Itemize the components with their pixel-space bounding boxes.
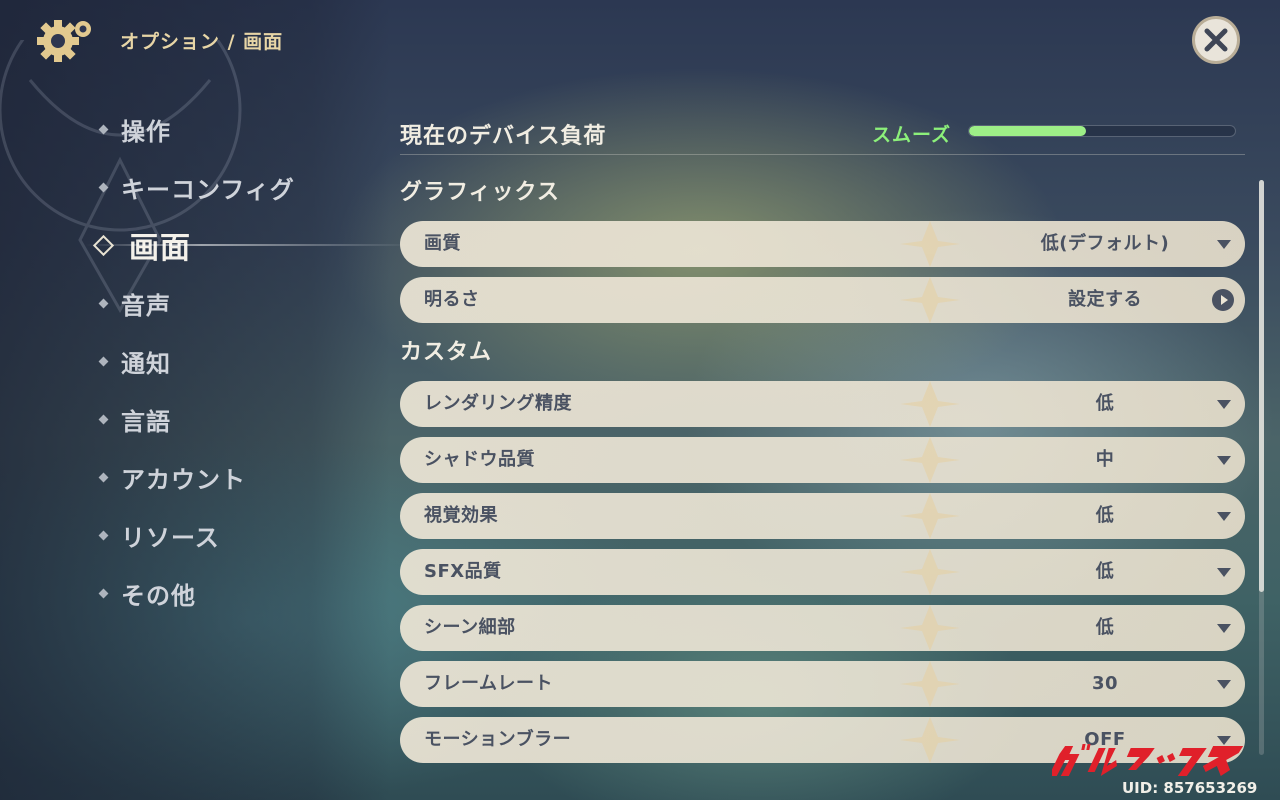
diamond-bullet-icon [98,472,109,482]
sidebar-item-label: 通知 [121,349,171,378]
settings-panel: 現在のデバイス負荷 スムーズ グラフィックス 画質 低(デフォルト) 明るさ 設… [400,110,1245,773]
dropdown-arrow-icon [1217,568,1231,577]
setting-label: 視覚効果 [424,505,498,526]
setting-row-visual-effects[interactable]: 視覚効果 低 [400,493,1245,539]
setting-label: シャドウ品質 [424,449,535,470]
setting-value: 低 [1095,505,1115,526]
device-load-fill [969,126,1087,136]
sidebar-item-language[interactable]: 言語 [96,390,396,448]
setting-label: 明るさ [424,289,480,310]
sidebar-item-label: その他 [121,581,196,610]
setting-label: モーションブラー [424,729,572,750]
setting-label: シーン細部 [424,617,516,638]
setting-row-brightness[interactable]: 明るさ 設定する [400,277,1245,323]
device-load-status: スムーズ [872,124,952,146]
device-load-bar [968,125,1236,137]
sidebar-item-resources[interactable]: リソース [96,506,396,564]
setting-value: 30 [1091,673,1119,694]
setting-value: 低(デフォルト) [1040,233,1170,254]
sidebar-item-controls[interactable]: 操作 [96,100,396,158]
setting-value: 低 [1095,561,1115,582]
close-button[interactable] [1192,16,1240,64]
sidebar-item-notifications[interactable]: 通知 [96,332,396,390]
diamond-bullet-icon [98,356,109,366]
setting-row-shadow-quality[interactable]: シャドウ品質 中 [400,437,1245,483]
dropdown-arrow-icon [1217,680,1231,689]
breadcrumb: オプション / 画面 [120,31,284,53]
gear-icon [37,20,91,62]
sidebar-item-label: リソース [121,523,220,552]
setting-label: フレームレート [424,673,553,694]
sidebar-item-label: キーコンフィグ [121,175,295,204]
setting-row-frame-rate[interactable]: フレームレート 30 [400,661,1245,707]
sidebar-item-account[interactable]: アカウント [96,448,396,506]
active-diamond-icon [92,234,115,256]
diamond-bullet-icon [98,414,109,424]
device-load-row: 現在のデバイス負荷 スムーズ [400,110,1245,155]
setting-label: レンダリング精度 [424,393,572,414]
scrollbar-thumb[interactable] [1259,180,1264,592]
active-glow-line [86,244,416,246]
setting-value: 中 [1095,449,1115,470]
sidebar-item-graphics[interactable]: 画面 [86,216,416,274]
device-load-title: 現在のデバイス負荷 [400,124,607,149]
sidebar-item-label: 音声 [121,291,171,320]
setting-row-sfx-quality[interactable]: SFX品質 低 [400,549,1245,595]
dropdown-arrow-icon [1217,240,1231,249]
setting-row-scene-detail[interactable]: シーン細部 低 [400,605,1245,651]
sidebar-item-audio[interactable]: 音声 [96,274,396,332]
diamond-bullet-icon [98,530,109,540]
sidebar-item-other[interactable]: その他 [96,564,396,622]
dropdown-arrow-icon [1217,624,1231,633]
section-title-graphics: グラフィックス [400,180,560,205]
setting-row-render-resolution[interactable]: レンダリング精度 低 [400,381,1245,427]
sidebar-item-key-config[interactable]: キーコンフィグ [96,158,396,216]
sidebar-item-label: 操作 [121,117,171,146]
section-title-custom: カスタム [400,340,493,365]
diamond-bullet-icon [98,124,109,134]
setting-label: 画質 [424,233,461,254]
setting-value: 低 [1095,393,1115,414]
sidebar-item-label: 言語 [121,407,171,436]
close-icon [1204,28,1228,52]
scrollbar[interactable] [1259,180,1264,755]
diamond-bullet-icon [98,588,109,598]
sidebar-nav: 操作 キーコンフィグ 画面 音声 通知 言語 アカウント リソース その他 [86,100,416,622]
dropdown-arrow-icon [1217,456,1231,465]
arrow-right-circle-icon [1212,289,1234,311]
setting-label: SFX品質 [424,561,502,582]
sidebar-item-label: アカウント [121,465,246,494]
setting-row-quality[interactable]: 画質 低(デフォルト) [400,221,1245,267]
dropdown-arrow-icon [1217,400,1231,409]
setting-value: 設定する [1068,289,1142,310]
diamond-bullet-icon [98,182,109,192]
uid-label: UID: 857653269 [1122,779,1258,797]
diamond-bullet-icon [98,298,109,308]
watermark-logo [1052,744,1244,776]
dropdown-arrow-icon [1217,512,1231,521]
setting-value: 低 [1095,617,1115,638]
